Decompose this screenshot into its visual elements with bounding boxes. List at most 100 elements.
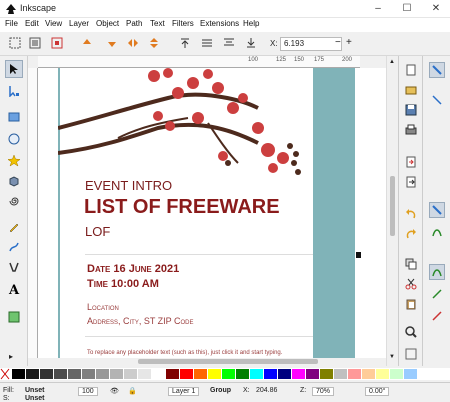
- menu-help[interactable]: Help: [243, 19, 259, 28]
- scroll-up-icon[interactable]: ▲: [389, 59, 395, 65]
- palette-swatch[interactable]: [320, 369, 333, 379]
- palette-swatch[interactable]: [362, 369, 375, 379]
- paste-icon[interactable]: [403, 296, 419, 312]
- 3d-box-tool-icon[interactable]: [5, 172, 23, 190]
- address-text[interactable]: Address, City, ST ZIP Code: [87, 316, 194, 326]
- palette-swatch[interactable]: [250, 369, 263, 379]
- palette-swatch[interactable]: [306, 369, 319, 379]
- flip-vertical-icon[interactable]: [147, 36, 161, 50]
- zoom-field[interactable]: 70%: [312, 387, 335, 396]
- menu-file[interactable]: File: [5, 19, 18, 28]
- menu-extensions[interactable]: Extensions: [200, 19, 239, 28]
- palette-swatch[interactable]: [404, 369, 417, 379]
- menu-edit[interactable]: Edit: [25, 19, 39, 28]
- placeholder-hint-text[interactable]: To replace any placeholder text (such as…: [87, 350, 282, 356]
- deselect-icon[interactable]: [50, 36, 64, 50]
- minimize-button[interactable]: –: [364, 0, 392, 18]
- palette-swatch[interactable]: [124, 369, 137, 379]
- star-tool-icon[interactable]: [5, 152, 23, 170]
- increment-button[interactable]: +: [346, 37, 352, 48]
- palette-swatch[interactable]: [334, 369, 347, 379]
- palette-swatch[interactable]: [292, 369, 305, 379]
- menu-text[interactable]: Text: [150, 19, 165, 28]
- menu-filters[interactable]: Filters: [172, 19, 194, 28]
- xml-editor-icon[interactable]: [403, 346, 419, 362]
- spiral-tool-icon[interactable]: [5, 192, 23, 210]
- lower-to-bottom-icon[interactable]: [244, 36, 258, 50]
- toolbox-expand-icon[interactable]: ▸: [9, 352, 13, 361]
- undo-icon[interactable]: [403, 206, 419, 222]
- event-intro-text[interactable]: EVENT INTRO: [85, 178, 172, 193]
- flip-horizontal-icon[interactable]: [126, 36, 140, 50]
- snap-centers-icon[interactable]: [429, 286, 445, 302]
- palette-swatch[interactable]: [166, 369, 179, 379]
- rotate-cw-icon[interactable]: [105, 36, 119, 50]
- stroke-value[interactable]: Unset: [25, 395, 44, 402]
- snap-nodes-icon[interactable]: [429, 202, 445, 218]
- snap-rotation-center-icon[interactable]: [429, 308, 445, 324]
- maximize-button[interactable]: ☐: [393, 0, 421, 18]
- palette-swatch[interactable]: [194, 369, 207, 379]
- snap-bbox-icon[interactable]: [429, 92, 445, 108]
- decrement-button[interactable]: −: [335, 37, 341, 48]
- redo-icon[interactable]: [403, 226, 419, 242]
- layer-select[interactable]: Layer 1: [168, 387, 200, 396]
- opacity-field[interactable]: 100: [78, 387, 98, 396]
- vertical-scroll-thumb[interactable]: [390, 176, 395, 236]
- horizontal-scrollbar[interactable]: [38, 358, 386, 366]
- layer-lock-icon[interactable]: 🔒: [128, 387, 137, 395]
- palette-swatch[interactable]: [110, 369, 123, 379]
- menu-path[interactable]: Path: [126, 19, 142, 28]
- menu-view[interactable]: View: [45, 19, 62, 28]
- palette-swatch[interactable]: [264, 369, 277, 379]
- duplicate-icon[interactable]: [403, 256, 419, 272]
- node-tool-icon[interactable]: [5, 82, 23, 100]
- rectangle-tool-icon[interactable]: [5, 108, 23, 126]
- palette-swatch[interactable]: [278, 369, 291, 379]
- x-coordinate-input[interactable]: 6.193: [280, 37, 342, 51]
- color-palette[interactable]: [0, 368, 450, 380]
- zoom-icon[interactable]: [403, 324, 419, 340]
- open-icon[interactable]: [403, 82, 419, 98]
- palette-swatch[interactable]: [208, 369, 221, 379]
- canvas[interactable]: EVENT INTRO LIST OF FREEWARE LOF Date 16…: [38, 68, 386, 358]
- palette-swatch[interactable]: [26, 369, 39, 379]
- text-tool-icon[interactable]: A: [5, 280, 23, 298]
- palette-swatch[interactable]: [82, 369, 95, 379]
- raise-to-top-icon[interactable]: [178, 36, 192, 50]
- palette-swatch[interactable]: [348, 369, 361, 379]
- cut-icon[interactable]: [403, 276, 419, 292]
- date-text[interactable]: Date 16 June 2021: [87, 263, 179, 275]
- horizontal-scroll-thumb[interactable]: [138, 359, 318, 364]
- headline-text[interactable]: LIST OF FREEWARE: [84, 196, 280, 219]
- vertical-scrollbar[interactable]: ▲ ▼: [386, 56, 398, 366]
- palette-swatch[interactable]: [12, 369, 25, 379]
- palette-swatch[interactable]: [222, 369, 235, 379]
- selector-tool-icon[interactable]: [5, 60, 23, 78]
- location-label[interactable]: Location: [87, 302, 119, 312]
- sub-title-text[interactable]: LOF: [85, 224, 110, 239]
- palette-swatch[interactable]: [152, 369, 165, 379]
- pen-tool-icon[interactable]: [5, 238, 23, 256]
- menu-object[interactable]: Object: [96, 19, 119, 28]
- palette-swatch[interactable]: [138, 369, 151, 379]
- lower-icon[interactable]: [222, 36, 236, 50]
- rotate-ccw-icon[interactable]: [80, 36, 94, 50]
- menu-layer[interactable]: Layer: [69, 19, 89, 28]
- snap-toggle-icon[interactable]: [429, 62, 445, 78]
- close-button[interactable]: ✕: [422, 0, 450, 18]
- circle-tool-icon[interactable]: [5, 130, 23, 148]
- save-icon[interactable]: [403, 102, 419, 118]
- select-all-icon[interactable]: [8, 36, 22, 50]
- layer-eye-icon[interactable]: 👁: [110, 387, 119, 395]
- palette-swatch[interactable]: [390, 369, 403, 379]
- calligraphy-tool-icon[interactable]: [5, 258, 23, 276]
- palette-swatch[interactable]: [40, 369, 53, 379]
- print-icon[interactable]: [403, 122, 419, 138]
- select-all-layers-icon[interactable]: [28, 36, 42, 50]
- raise-icon[interactable]: [200, 36, 214, 50]
- palette-swatch[interactable]: [54, 369, 67, 379]
- palette-swatch[interactable]: [376, 369, 389, 379]
- gradient-tool-icon[interactable]: [5, 308, 23, 326]
- fill-value[interactable]: Unset: [25, 387, 44, 394]
